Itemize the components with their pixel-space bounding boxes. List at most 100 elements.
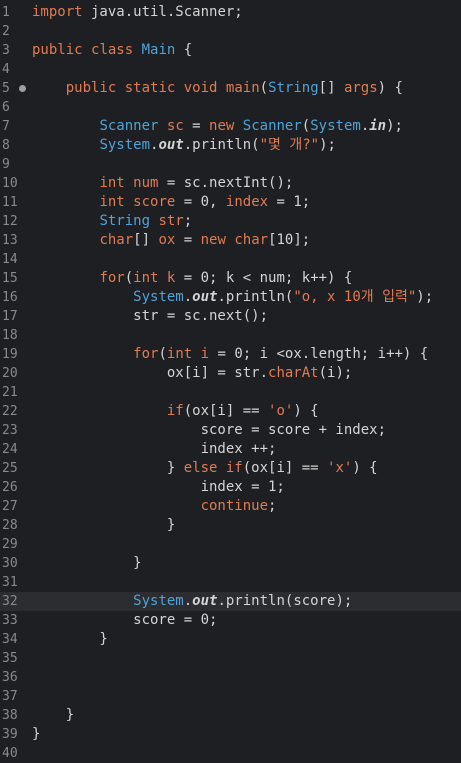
code-token: str = sc.next(); — [32, 308, 269, 324]
code-line[interactable]: 40 — [0, 744, 461, 763]
code-line[interactable]: 32 System.out.println(score); — [0, 592, 461, 611]
code-line[interactable]: 10 int num = sc.nextInt(); — [0, 174, 461, 193]
code-line[interactable]: 23 score = score + index; — [0, 421, 461, 440]
code-line[interactable]: 21 — [0, 383, 461, 402]
code-token: else — [183, 460, 218, 476]
code-text: } else if(ox[i] == 'x') { — [32, 459, 378, 478]
code-token: int — [166, 346, 193, 362]
code-line[interactable]: 28 } — [0, 516, 461, 535]
code-token: class — [91, 42, 134, 58]
code-line[interactable]: 25 } else if(ox[i] == 'x') { — [0, 459, 461, 478]
code-text: char[] ox = new char[10]; — [32, 231, 310, 250]
code-text: System.out.println("몇 개?"); — [32, 136, 336, 155]
code-text: public static void main(String[] args) { — [32, 79, 403, 98]
line-number: 12 — [2, 214, 18, 229]
code-token: score = score + index; — [32, 422, 387, 438]
code-token: } — [32, 517, 176, 533]
override-marker-icon[interactable] — [19, 85, 26, 92]
code-line[interactable]: 22 if(ox[i] == 'o') { — [0, 402, 461, 421]
code-line[interactable]: 17 str = sc.next(); — [0, 307, 461, 326]
code-line[interactable]: 14 — [0, 250, 461, 269]
code-line[interactable]: 4 — [0, 60, 461, 79]
code-token: System — [310, 118, 361, 134]
code-line[interactable]: 31 — [0, 573, 461, 592]
code-token: String — [268, 80, 319, 96]
code-editor[interactable]: 1 import java.util.Scanner; 2 3 public class… — [0, 0, 461, 763]
code-token: = 0, — [175, 194, 226, 210]
code-token: [10]; — [268, 232, 311, 248]
code-text: } — [32, 706, 74, 725]
code-text: if(ox[i] == 'o') { — [32, 402, 319, 421]
code-line[interactable]: 7 Scanner sc = new Scanner(System.in); — [0, 117, 461, 136]
code-line[interactable]: 29 — [0, 535, 461, 554]
code-token: .println(score); — [217, 593, 353, 609]
code-token: args — [343, 80, 378, 96]
code-line[interactable]: 19 for(int i = 0; i <ox.length; i++) { — [0, 345, 461, 364]
code-line[interactable]: 16 System.out.println("o, x 10개 입력"); — [0, 288, 461, 307]
code-token: char — [99, 232, 134, 248]
code-line[interactable]: 8 System.out.println("몇 개?"); — [0, 136, 461, 155]
code-token: static — [124, 80, 176, 96]
code-line[interactable]: 38 } — [0, 706, 461, 725]
code-text: ox[i] = str.charAt(i); — [32, 364, 352, 383]
code-line[interactable]: 6 — [0, 98, 461, 117]
code-text: import java.util.Scanner; — [32, 3, 243, 22]
code-line[interactable]: 27 continue; — [0, 497, 461, 516]
line-number: 13 — [2, 233, 18, 248]
code-token: ; — [268, 498, 277, 514]
code-token: num — [133, 175, 159, 191]
line-number: 1 — [2, 5, 10, 20]
line-number: 11 — [2, 195, 18, 210]
code-line[interactable]: 39} — [0, 725, 461, 744]
code-token: (ox[i] == — [242, 460, 328, 476]
code-token: . — [183, 289, 193, 305]
code-line[interactable]: 20 ox[i] = str.charAt(i); — [0, 364, 461, 383]
line-number: 10 — [2, 176, 18, 191]
code-token: ( — [301, 118, 311, 134]
code-line[interactable]: 34 } — [0, 630, 461, 649]
code-token: out — [192, 289, 218, 305]
code-line[interactable]: 26 index = 1; — [0, 478, 461, 497]
code-token: { — [175, 42, 193, 58]
code-line[interactable]: 12 String str; — [0, 212, 461, 231]
code-text: System.out.println(score); — [32, 592, 352, 611]
code-line[interactable]: 5 public static void main(String[] args)… — [0, 79, 461, 98]
code-token: ( — [124, 270, 134, 286]
code-token: ) { — [377, 80, 403, 96]
code-line[interactable]: 35 — [0, 649, 461, 668]
code-line[interactable]: 11 int score = 0, index = 1; — [0, 193, 461, 212]
code-line[interactable]: 1 import java.util.Scanner; — [0, 3, 461, 22]
code-token: out — [192, 593, 218, 609]
code-token: int — [133, 270, 159, 286]
code-line[interactable]: 30 } — [0, 554, 461, 573]
code-token: ); — [319, 137, 336, 153]
code-line[interactable]: 37 — [0, 687, 461, 706]
code-token: = sc.nextInt(); — [158, 175, 294, 191]
line-number: 15 — [2, 271, 18, 286]
code-line[interactable]: 9 — [0, 155, 461, 174]
code-line[interactable]: 36 — [0, 668, 461, 687]
code-token: ( — [259, 80, 269, 96]
code-token: main — [225, 80, 260, 96]
code-line[interactable]: 13 char[] ox = new char[10]; — [0, 231, 461, 250]
code-line[interactable]: 18 — [0, 326, 461, 345]
code-token: continue — [200, 498, 269, 514]
code-text: } — [32, 630, 107, 649]
code-line[interactable]: 24 index ++; — [0, 440, 461, 459]
code-line[interactable]: 2 — [0, 22, 461, 41]
line-number: 30 — [2, 556, 18, 571]
code-token: "몇 개?" — [259, 137, 320, 153]
code-line[interactable]: 33 score = 0; — [0, 611, 461, 630]
line-number: 6 — [2, 100, 10, 115]
code-line[interactable]: 15 for(int k = 0; k < num; k++) { — [0, 269, 461, 288]
code-line[interactable]: 3 public class Main { — [0, 41, 461, 60]
line-number: 39 — [2, 727, 18, 742]
